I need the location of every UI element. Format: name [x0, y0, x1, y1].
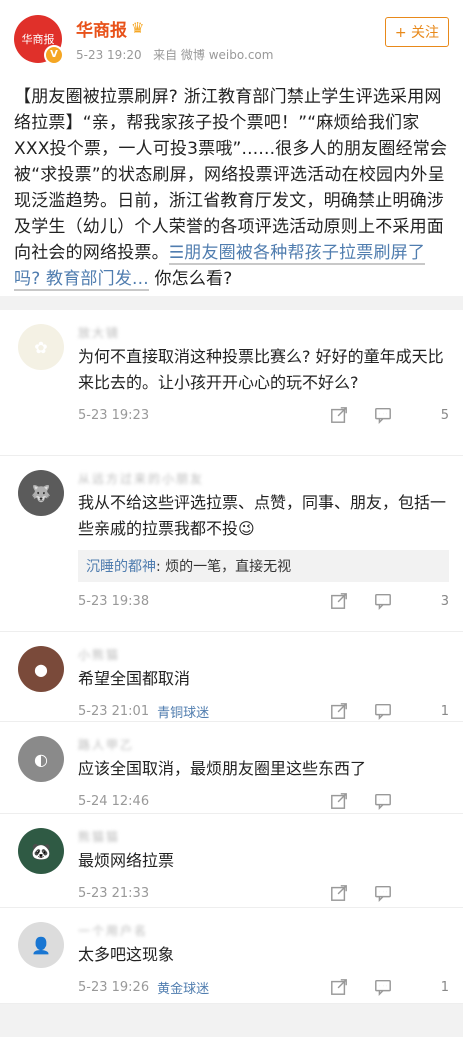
comment-actions: 1 — [317, 702, 449, 720]
vip-crown-icon: ♛ — [131, 19, 145, 37]
commenter-avatar[interactable]: 👤 — [18, 922, 64, 968]
author-name-row: 华商报 ♛ — [76, 16, 385, 41]
comment-time: 5-24 12:46 — [78, 793, 150, 809]
comment-text: 我从不给这些评选拉票、点赞，同事、朋友，包括一些亲戚的拉票我都不投😉 — [78, 493, 447, 538]
like-button[interactable]: 3 — [405, 594, 449, 609]
comment-body: 一个用户名太多吧这现象 5-23 19:26 黄金球迷 1 — [78, 922, 449, 1003]
reply-author[interactable]: 沉睡的都神 — [86, 559, 156, 575]
avatar-image-icon: 👤 — [31, 935, 51, 955]
comment-body: 放大镜为何不直接取消这种投票比赛么? 好好的童年成天比来比去的。让小孩开开心心的… — [78, 324, 449, 455]
commenter-name[interactable]: 从远方过来的小朋友 — [78, 470, 449, 486]
fan-badge[interactable]: 青铜球迷 — [157, 702, 209, 721]
avatar-logo-text: 华商报 — [21, 33, 55, 46]
share-icon[interactable] — [317, 406, 361, 424]
comment-icon[interactable] — [361, 884, 405, 902]
avatar-image-icon: ✿ — [34, 337, 48, 357]
like-count: 3 — [440, 593, 449, 609]
comment-time: 5-23 21:33 — [78, 885, 150, 901]
commenter-name[interactable]: 小熊猫 — [78, 646, 449, 662]
comment-list: ✿ 放大镜为何不直接取消这种投票比赛么? 好好的童年成天比来比去的。让小孩开开心心… — [0, 310, 463, 1004]
commenter-name[interactable]: 路人甲乙 — [78, 736, 449, 752]
comment-item: ✿ 放大镜为何不直接取消这种投票比赛么? 好好的童年成天比来比去的。让小孩开开心心… — [0, 310, 463, 456]
commenter-avatar[interactable]: ◐ — [18, 736, 64, 782]
share-icon[interactable] — [317, 702, 361, 720]
commenter-name[interactable]: 熊猫猫 — [78, 828, 449, 844]
comment-actions: 1 — [317, 978, 449, 996]
follow-button[interactable]: + 关注 — [384, 17, 449, 47]
author-meta: 华商报 ♛ 5-23 19:20 来自 微博 weibo.com — [76, 16, 385, 63]
comment-footer: 5-23 19:38 3 — [78, 582, 449, 620]
post-content: 【朋友圈被拉票刷屏? 浙江教育部门禁止学生评选采用网络拉票】“亲，帮我家孩子投个… — [14, 84, 449, 292]
fan-badge[interactable]: 黄金球迷 — [157, 978, 209, 997]
avatar-image-icon: ● — [34, 659, 48, 679]
comment-footer: 5-23 21:33 — [78, 874, 449, 912]
comment-item: 👤 一个用户名太多吧这现象 5-23 19:26 黄金球迷 1 — [0, 908, 463, 1004]
comment-text: 最烦网络拉票 — [78, 851, 175, 870]
like-count: 1 — [440, 703, 449, 719]
commenter-avatar[interactable]: 🐼 — [18, 828, 64, 874]
comment-icon[interactable] — [361, 702, 405, 720]
comment-footer: 5-23 19:23 5 — [78, 396, 449, 434]
like-button[interactable]: 1 — [405, 704, 449, 719]
comment-actions — [317, 884, 449, 902]
comment-time: 5-23 19:26 — [78, 979, 150, 995]
post-time: 5-23 19:20 — [76, 47, 142, 62]
post-tail-text: 你怎么看? — [148, 269, 233, 289]
comment-footer: 5-23 19:26 黄金球迷 1 — [78, 968, 449, 1006]
comment-icon[interactable] — [361, 592, 405, 610]
comment-body: 从远方过来的小朋友我从不给这些评选拉票、点赞，同事、朋友，包括一些亲戚的拉票我都… — [78, 470, 449, 631]
commenter-avatar[interactable]: ✿ — [18, 324, 64, 370]
share-icon[interactable] — [317, 792, 361, 810]
comment-time: 5-23 19:38 — [78, 593, 150, 609]
like-count: 1 — [440, 979, 449, 995]
like-button[interactable]: 1 — [405, 980, 449, 995]
commenter-avatar[interactable]: ● — [18, 646, 64, 692]
comment-item: 🐺 从远方过来的小朋友我从不给这些评选拉票、点赞，同事、朋友，包括一些亲戚的拉票我… — [0, 456, 463, 632]
comment-body: 小熊猫希望全国都取消 5-23 21:01 青铜球迷 1 — [78, 646, 449, 721]
commenter-name[interactable]: 一个用户名 — [78, 922, 449, 938]
comment-actions: 5 — [317, 406, 449, 424]
share-icon[interactable] — [317, 884, 361, 902]
comment-item: ◐ 路人甲乙应该全国取消，最烦朋友圈里这些东西了 5-24 12:46 — [0, 722, 463, 814]
comment-time: 5-23 19:23 — [78, 407, 150, 423]
comment-text: 希望全国都取消 — [78, 669, 191, 688]
share-icon[interactable] — [317, 978, 361, 996]
verified-badge-icon: V — [44, 45, 64, 65]
author-avatar[interactable]: 华商报 V — [14, 15, 64, 65]
commenter-name[interactable]: 放大镜 — [78, 324, 449, 340]
comment-icon[interactable] — [361, 978, 405, 996]
like-count: 5 — [440, 407, 449, 423]
avatar-image-icon: 🐺 — [31, 483, 51, 503]
comment-text: 应该全国取消，最烦朋友圈里这些东西了 — [78, 759, 367, 778]
share-icon[interactable] — [317, 592, 361, 610]
post-text: 【朋友圈被拉票刷屏? 浙江教育部门禁止学生评选采用网络拉票】“亲，帮我家孩子投个… — [14, 87, 448, 263]
comment-time: 5-23 21:01 — [78, 703, 150, 719]
comment-text: 太多吧这现象 — [78, 945, 175, 964]
comment-body: 路人甲乙应该全国取消，最烦朋友圈里这些东西了 5-24 12:46 — [78, 736, 449, 813]
comment-icon[interactable] — [361, 406, 405, 424]
comment-reply[interactable]: 沉睡的都神: 烦的一笔，直接无视 — [78, 550, 449, 582]
post-source: 来自 微博 weibo.com — [153, 47, 274, 62]
comment-item: ● 小熊猫希望全国都取消 5-23 21:01 青铜球迷 1 — [0, 632, 463, 722]
commenter-avatar[interactable]: 🐺 — [18, 470, 64, 516]
comment-icon[interactable] — [361, 792, 405, 810]
comment-actions — [317, 792, 449, 810]
avatar-image-icon: ◐ — [34, 749, 48, 769]
comment-actions: 3 — [317, 592, 449, 610]
like-button[interactable]: 5 — [405, 408, 449, 423]
comment-body: 熊猫猫最烦网络拉票 5-23 21:33 — [78, 828, 449, 907]
comment-item: 🐼 熊猫猫最烦网络拉票 5-23 21:33 — [0, 814, 463, 908]
avatar-image-icon: 🐼 — [31, 841, 51, 861]
comment-text: 为何不直接取消这种投票比赛么? 好好的童年成天比来比去的。让小孩开开心心的玩不好… — [78, 347, 444, 392]
post-subline: 5-23 19:20 来自 微博 weibo.com — [76, 46, 385, 63]
post-header: 华商报 V 华商报 ♛ 5-23 19:20 来自 微博 weibo.com +… — [14, 14, 449, 65]
reply-text: : 烦的一笔，直接无视 — [156, 559, 292, 575]
weibo-post: 华商报 V 华商报 ♛ 5-23 19:20 来自 微博 weibo.com +… — [0, 0, 463, 296]
author-name[interactable]: 华商报 — [76, 16, 127, 41]
